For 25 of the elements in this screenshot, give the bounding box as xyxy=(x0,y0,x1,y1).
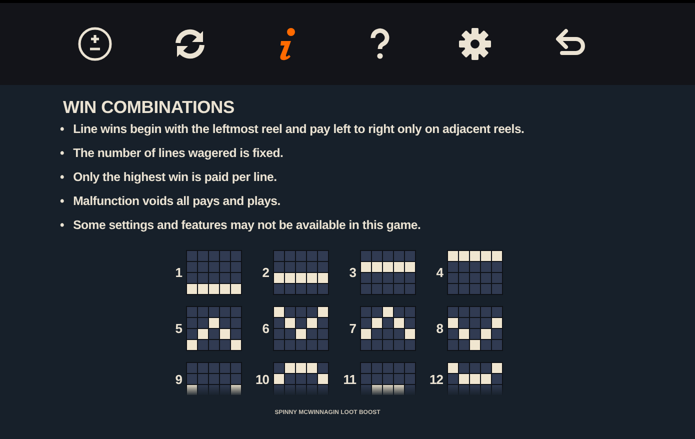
rule-text: Some settings and features may not be available in this game. xyxy=(73,217,421,234)
bullet: • xyxy=(60,121,64,138)
rule-text: Malfunction voids all pays and plays. xyxy=(73,193,280,210)
payline-number: 3 xyxy=(348,264,356,282)
bullet: • xyxy=(60,193,64,210)
payline-number: 4 xyxy=(435,264,443,282)
bullet: • xyxy=(60,217,64,234)
settings-icon[interactable] xyxy=(457,26,493,62)
payline-number: 8 xyxy=(435,320,443,338)
payline-number: 1 xyxy=(174,264,182,282)
bet-adjust-icon[interactable] xyxy=(77,26,113,62)
rule-text: Line wins begin with the leftmost reel and pay left to right only on adjacent reels. xyxy=(73,121,524,138)
payline-number: 6 xyxy=(261,320,269,338)
payline-number: 7 xyxy=(348,320,356,338)
rule-text: Only the highest win is paid per line. xyxy=(73,169,277,186)
payline-number: 11 xyxy=(342,370,356,388)
payline-number: 2 xyxy=(261,264,269,282)
rule-text: The number of lines wagered is fixed. xyxy=(73,145,284,162)
bullet: • xyxy=(60,169,64,186)
bullet: • xyxy=(60,145,64,162)
section-title: WIN COMBINATIONS xyxy=(63,96,236,119)
payline-number: 5 xyxy=(174,320,182,338)
payline-number: 12 xyxy=(428,370,443,388)
payline-number: 9 xyxy=(174,370,182,388)
payline-number: 10 xyxy=(254,370,269,388)
